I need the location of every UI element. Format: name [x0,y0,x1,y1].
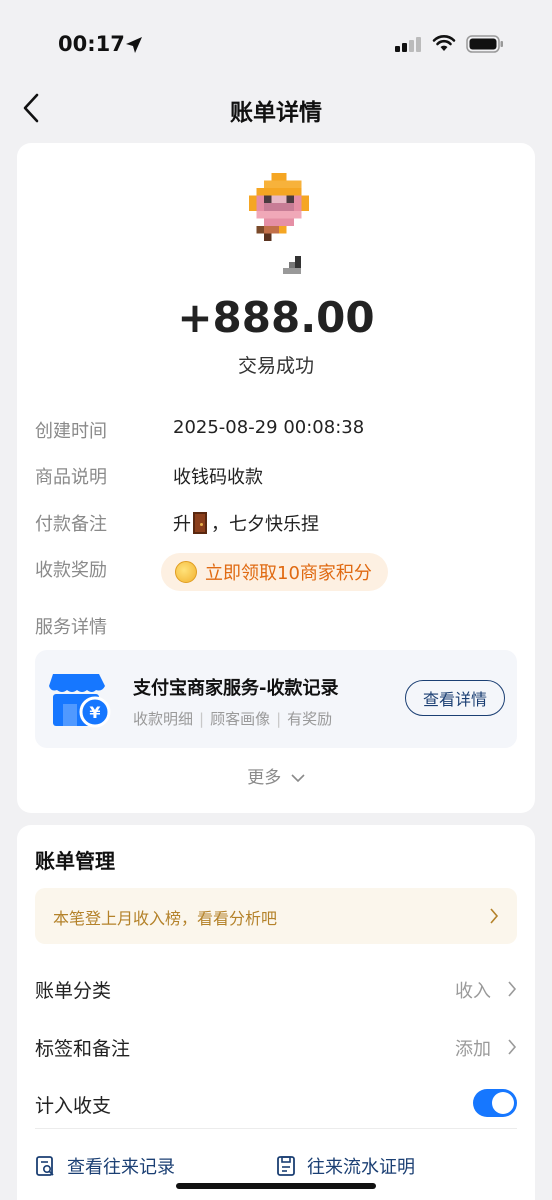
svg-text:¥: ¥ [89,703,100,722]
more-button[interactable]: 更多 [17,763,535,788]
include-in-budget-toggle[interactable] [473,1089,517,1117]
bill-management-card: 账单管理 本笔登上月收入榜，看看分析吧 账单分类 收入 标签和备注 添加 计入收… [17,825,535,1200]
tags-notes-row[interactable]: 标签和备注 添加 [35,1026,517,1066]
view-details-button[interactable]: 查看详情 [405,680,505,716]
chevron-right-icon [508,1039,517,1055]
tag-separator: | [276,710,282,728]
shop-icon: ¥ [49,674,111,728]
include-in-budget-row: 计入收支 [35,1083,517,1123]
pixel-badge-icon [283,256,301,274]
tags-notes-label: 标签和备注 [35,1038,131,1060]
payment-note-value: 升 ，七夕快乐捏 [173,510,319,536]
transaction-card: +888.00 交易成功 创建时间 2025-08-29 00:08:38 商品… [17,143,535,813]
claim-reward-text: 立即领取10商家积分 [205,563,372,584]
payment-note-label: 付款备注 [35,514,107,535]
cellular-signal-icon [395,37,421,52]
product-desc-label: 商品说明 [35,467,107,488]
created-time-label: 创建时间 [35,421,107,442]
product-desc-value: 收钱码收款 [173,467,263,488]
service-tags: 收款明细 | 顾客画像 | 有奖励 [133,708,332,729]
divider [35,1128,517,1129]
merchant-service-card[interactable]: ¥ 支付宝商家服务-收款记录 收款明细 | 顾客画像 | 有奖励 查看详情 [35,650,517,748]
service-tag: 顾客画像 [210,710,271,728]
transaction-status: 交易成功 [237,355,314,377]
payer-avatar[interactable] [247,173,311,241]
bill-category-value: 收入 [455,981,491,1002]
statement-certificate-label: 往来流水证明 [307,1157,415,1178]
home-indicator[interactable] [176,1183,376,1189]
page-title: 账单详情 [230,100,322,126]
location-arrow-icon [126,37,142,53]
navigation-bar: 账单详情 [0,84,552,132]
document-search-icon [36,1156,54,1176]
service-title: 支付宝商家服务-收款记录 [133,678,339,699]
chevron-down-icon [291,774,305,783]
created-time-value: 2025-08-29 00:08:38 [173,417,365,438]
coin-icon [175,561,197,583]
battery-icon [466,35,503,53]
wifi-icon [432,35,456,51]
chevron-right-icon [490,908,499,924]
reward-label: 收款奖励 [35,560,107,581]
status-time: 00:17 [58,32,125,56]
chevron-right-icon [508,981,517,997]
service-details-label: 服务详情 [35,617,107,638]
service-tag: 收款明细 [133,710,194,728]
bill-management-title: 账单管理 [35,849,115,873]
income-ranking-tip-text: 本笔登上月收入榜，看看分析吧 [53,909,278,928]
payment-note-prefix: 升 [173,514,191,535]
more-label: 更多 [247,768,282,788]
service-tag: 有奖励 [287,710,333,728]
claim-reward-button[interactable]: 立即领取10商家积分 [161,553,388,591]
view-transaction-history-link[interactable]: 查看往来记录 [35,1153,175,1179]
bill-category-label: 账单分类 [35,980,112,1002]
payment-note-suffix: ，七夕快乐捏 [211,514,319,535]
status-bar: 00:17 [0,0,552,90]
income-ranking-tip[interactable]: 本笔登上月收入榜，看看分析吧 [35,888,517,944]
statement-certificate-link[interactable]: 往来流水证明 [275,1153,415,1179]
transaction-amount: +888.00 [177,293,375,342]
include-in-budget-label: 计入收支 [35,1095,112,1117]
tag-separator: | [199,710,205,728]
bill-category-row[interactable]: 账单分类 收入 [35,968,517,1008]
tags-notes-value: 添加 [455,1039,491,1060]
door-icon [193,512,207,534]
statement-document-icon [277,1156,295,1176]
view-transaction-history-label: 查看往来记录 [67,1157,175,1178]
